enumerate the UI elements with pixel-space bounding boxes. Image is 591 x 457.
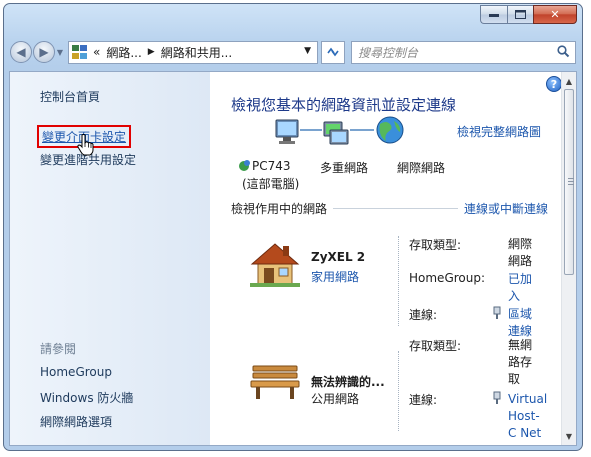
active-networks-title: 檢視作用中的網路 — [231, 202, 328, 216]
network-map — [275, 116, 404, 145]
ethernet-connection-icon — [493, 391, 501, 404]
sidebar-home-link[interactable]: 控制台首頁 — [40, 88, 100, 105]
network-divider — [398, 351, 399, 431]
see-also-firewall-link[interactable]: Windows 防火牆 — [40, 389, 133, 406]
forward-button[interactable]: ▶ — [33, 41, 55, 63]
network-type-link[interactable]: 家用網路 — [311, 268, 359, 285]
see-also-heading: 請參閱 — [40, 342, 77, 356]
multiple-networks-icon — [323, 121, 349, 145]
content-area: 控制台首頁 變更介面卡設定 變更進階共用設定 請參閱 HomeGroup Win… — [9, 71, 577, 446]
close-icon: ✕ — [550, 8, 560, 21]
connections-label: 連線: — [409, 308, 438, 322]
scroll-up-arrow-icon[interactable]: ▲ — [562, 74, 576, 88]
close-button[interactable]: ✕ — [533, 5, 577, 24]
network-type-label: 公用網路 — [311, 392, 360, 406]
refresh-button[interactable] — [321, 40, 345, 64]
network-name: 無法辨識的... — [311, 375, 385, 389]
access-type-value: 無網路存取 — [508, 338, 533, 386]
network-name: ZyXEL 2 — [311, 250, 366, 264]
breadcrumb-network[interactable]: 網路... — [106, 44, 141, 61]
back-button[interactable]: ◀ — [10, 41, 32, 63]
access-type-label: 存取類型: — [409, 339, 462, 353]
navigation-bar: ◀ ▶ ▼ « 網路... ▶ 網路和共用... ▼ 搜尋控制台 — [10, 37, 576, 67]
section-divider — [333, 208, 458, 209]
public-network-bench-icon[interactable] — [250, 364, 300, 400]
scroll-thumb[interactable] — [564, 89, 574, 275]
forward-arrow-icon: ▶ — [39, 45, 49, 59]
ethernet-connection-icon — [493, 306, 501, 319]
address-bar[interactable]: « 網路... ▶ 網路和共用... ▼ — [68, 40, 318, 64]
connect-disconnect-link[interactable]: 連線或中斷連線 — [464, 200, 548, 217]
home-network-house-icon[interactable] — [250, 240, 300, 288]
main-panel: ? 檢視您基本的網路資訊並設定連線 檢視完整網路圖 PC743 (這部電腦) 多… — [210, 72, 576, 445]
page-title: 檢視您基本的網路資訊並設定連線 — [231, 96, 457, 114]
see-also-internet-options-link[interactable]: 網際網路選項 — [40, 413, 112, 430]
access-type-label: 存取類型: — [409, 238, 462, 252]
scroll-down-arrow-icon[interactable]: ▼ — [562, 429, 576, 443]
homegroup-value-link[interactable]: 已加入 — [508, 271, 540, 305]
see-also-homegroup-link[interactable]: HomeGroup — [40, 365, 112, 379]
internet-label[interactable]: 網際網路 — [397, 159, 445, 176]
hand-cursor-icon — [77, 134, 94, 156]
maximize-icon — [515, 10, 526, 19]
internet-globe-icon — [376, 116, 404, 144]
refresh-icon — [327, 47, 339, 57]
connection-value-link[interactable]: Virtual Host-C Netwo — [508, 391, 548, 443]
back-arrow-icon: ◀ — [16, 45, 26, 59]
active-networks-header: 檢視作用中的網路 連線或中斷連線 — [231, 200, 548, 217]
pc-this-computer-label: (這部電腦) — [242, 177, 300, 191]
maximize-button[interactable] — [507, 5, 533, 24]
search-placeholder: 搜尋控制台 — [358, 45, 419, 60]
pc-name-label[interactable]: PC743 — [252, 159, 291, 173]
minimize-button[interactable] — [480, 5, 507, 24]
address-dropdown-icon[interactable]: ▼ — [304, 46, 311, 56]
search-icon[interactable] — [557, 44, 570, 58]
view-full-map-link[interactable]: 檢視完整網路圖 — [457, 123, 541, 140]
pc-network-status-icon — [239, 160, 250, 171]
caption-buttons: ✕ — [480, 5, 577, 24]
vertical-scrollbar[interactable]: ▲ ▼ — [561, 72, 576, 445]
access-type-value: 網際網路 — [508, 237, 533, 268]
overflow-chevron-icon[interactable]: « — [93, 45, 100, 59]
multiple-networks-label[interactable]: 多重網路 — [320, 159, 368, 176]
breadcrumb-separator-icon[interactable]: ▶ — [148, 47, 155, 57]
minimize-icon — [489, 13, 499, 17]
scroll-grip-icon — [568, 178, 574, 186]
homegroup-label: HomeGroup: — [409, 271, 486, 285]
help-icon[interactable]: ? — [546, 76, 562, 92]
control-panel-icon — [72, 44, 89, 60]
control-panel-window: ✕ ◀ ▶ ▼ « 網路... ▶ 網路和共用... ▼ 搜尋控制台 控制台首頁… — [3, 3, 583, 451]
connections-label: 連線: — [409, 393, 438, 407]
network-divider — [398, 236, 399, 326]
connection-value-link[interactable]: 區域連線 — [508, 306, 540, 340]
task-pane: 控制台首頁 變更介面卡設定 變更進階共用設定 請參閱 HomeGroup Win… — [10, 72, 210, 445]
breadcrumb-network-sharing[interactable]: 網路和共用... — [161, 44, 232, 61]
pc-computer-icon — [275, 119, 299, 144]
recent-pages-dropdown[interactable]: ▼ — [55, 48, 65, 57]
search-input[interactable]: 搜尋控制台 — [351, 40, 576, 64]
